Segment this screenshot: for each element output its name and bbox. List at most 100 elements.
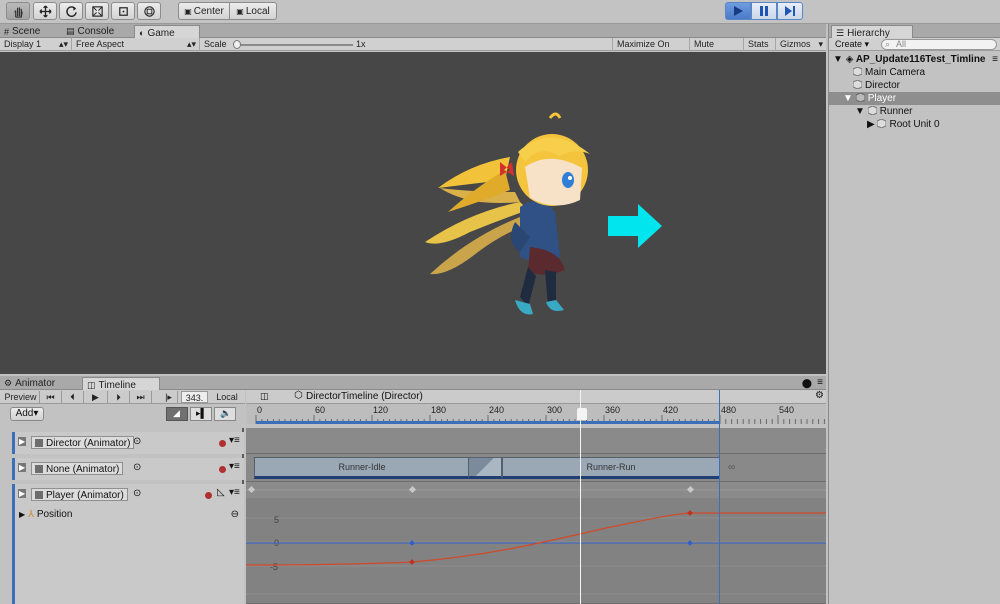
pivot-center-button[interactable]: ▣ Center: [178, 2, 230, 20]
curve-editor[interactable]: 5 0 -5: [246, 482, 826, 604]
hierarchy-item-runner[interactable]: ▼ Runner: [829, 105, 1000, 118]
create-dropdown[interactable]: Create ▾: [835, 38, 869, 51]
track-lanes[interactable]: Runner-Idle Runner-Run ∞ 5 0 -5: [246, 390, 826, 604]
hand-icon: [13, 6, 23, 18]
track-director[interactable]: ▶ Director (Animator) ⊙ ▾≡: [12, 432, 244, 454]
rotate-tool-button[interactable]: [59, 2, 83, 20]
record-button[interactable]: [205, 492, 212, 499]
play-range-button[interactable]: |▸: [160, 391, 178, 403]
menu-icon[interactable]: ▾≡: [229, 435, 240, 446]
lane-director[interactable]: [246, 428, 826, 454]
game-view[interactable]: [0, 52, 826, 374]
target-icon[interactable]: ⊙: [133, 488, 141, 499]
time-ruler[interactable]: ◫ ⬡ DirectorTimeline (Director) ⚙ 0 60 120…: [246, 390, 826, 424]
play-icon: ▶: [92, 392, 99, 402]
hierarchy-item-main-camera[interactable]: Main Camera: [829, 66, 1000, 79]
unity-logo-icon: ◈: [845, 54, 854, 65]
rect-icon: [118, 6, 128, 16]
track-none[interactable]: ▶ None (Animator) ⊙ ▾≡: [12, 458, 244, 480]
ruler-tick-label: 240: [489, 405, 504, 415]
property-row[interactable]: ▶ ⅄ Position ⊖: [19, 508, 243, 522]
rect-tool-button[interactable]: [111, 2, 135, 20]
audio-toggle[interactable]: 🔈: [214, 407, 236, 421]
pivot-local-label: Local: [245, 5, 270, 17]
menu-icon[interactable]: ▾≡: [229, 461, 240, 472]
tab-console[interactable]: ▤ Console: [62, 24, 118, 39]
menu-icon[interactable]: ▾≡: [229, 487, 240, 498]
main-toolbar: ▣ Center ▣ Local: [0, 0, 1000, 24]
aspect-dropdown[interactable]: Free Aspect ▴▾: [72, 38, 200, 51]
hand-tool-button[interactable]: [6, 2, 30, 20]
clip-runner-run[interactable]: Runner-Run: [502, 457, 720, 479]
lane-none[interactable]: Runner-Idle Runner-Run ∞: [246, 454, 826, 482]
settings-icon[interactable]: ⚙: [815, 390, 824, 401]
scale-slider[interactable]: [233, 40, 353, 49]
track-list: ▶ Director (Animator) ⊙ ▾≡ ▶ None (Anima…: [0, 428, 244, 604]
track-binding-field[interactable]: Director (Animator): [31, 436, 135, 449]
track-player[interactable]: ▶ Player (Animator) ⊙ ◺ ▾≡ ▶ ⅄ Position …: [12, 484, 244, 604]
track-binding-field[interactable]: Player (Animator): [31, 488, 128, 501]
record-button[interactable]: [219, 466, 226, 473]
preview-toggle[interactable]: Preview: [2, 391, 40, 403]
curve-icon[interactable]: ◺: [217, 487, 225, 498]
end-marker-line[interactable]: [719, 390, 720, 604]
tab-animator[interactable]: ⚙ Animator: [0, 376, 59, 391]
menu-icon[interactable]: ≡: [817, 377, 823, 388]
expand-arrow-icon: ▶: [18, 437, 27, 446]
display-dropdown[interactable]: Display 1 ▴▾: [0, 38, 72, 51]
go-to-start-button[interactable]: ⏮: [40, 391, 62, 403]
step-button[interactable]: [777, 2, 803, 20]
mute-audio-toggle[interactable]: Mute Audio: [690, 38, 744, 62]
curve-label-neg5: -5: [270, 562, 278, 572]
scene-tab-bar: # Scene ▤ Console ◐ Game: [0, 24, 826, 40]
timeline-play-button[interactable]: ▶: [84, 391, 108, 403]
clip-runner-idle[interactable]: Runner-Idle: [254, 457, 470, 479]
transform-tool-button[interactable]: [137, 2, 161, 20]
lock-icon[interactable]: ⬤: [802, 378, 812, 389]
pause-button[interactable]: [751, 2, 777, 20]
search-input[interactable]: ⌕ All: [881, 39, 997, 50]
tab-scene[interactable]: # Scene: [0, 24, 44, 39]
tab-scene-label: Scene: [12, 26, 41, 37]
curves-toggle[interactable]: ◢: [166, 407, 188, 421]
dropdown-arrow-icon: ▴▾: [186, 39, 196, 49]
hierarchy-item-root-unit[interactable]: ▶ Root Unit 0: [829, 118, 1000, 131]
go-to-end-button[interactable]: ⏭: [130, 391, 152, 403]
playhead-handle[interactable]: [577, 408, 587, 420]
next-frame-button[interactable]: ⏵: [108, 391, 130, 403]
play-button[interactable]: [725, 2, 751, 20]
scale-tool-button[interactable]: [85, 2, 109, 20]
hierarchy-item-director[interactable]: Director: [829, 79, 1000, 92]
scale-slider-thumb[interactable]: [233, 40, 241, 49]
transform-icon: [143, 5, 155, 17]
gameobject-icon: [877, 119, 887, 128]
gizmos-dropdown[interactable]: Gizmos ▾: [776, 38, 826, 51]
record-button[interactable]: [219, 440, 226, 447]
target-icon[interactable]: ⊙: [133, 436, 141, 447]
maximize-on-play-toggle[interactable]: Maximize On Play: [612, 38, 690, 62]
previous-frame-button[interactable]: ⏴: [62, 391, 84, 403]
move-tool-button[interactable]: [33, 2, 57, 20]
track-binding-field[interactable]: None (Animator): [31, 462, 124, 475]
item-label: Root Unit 0: [889, 119, 940, 130]
infinity-icon: ∞: [728, 462, 736, 473]
hierarchy-item-player[interactable]: ▼ Player: [829, 92, 1000, 105]
dropdown-arrow-icon: ▾: [33, 408, 39, 419]
scene-icon: #: [4, 26, 10, 37]
frame-field[interactable]: 343.: [181, 391, 208, 403]
gameobject-icon: [867, 106, 877, 115]
gameobject-icon: [853, 80, 862, 89]
scene-row[interactable]: ▼ ◈ AP_Update116Test_Timline ≡: [829, 53, 1000, 66]
playhead-line[interactable]: [580, 390, 581, 604]
add-track-button[interactable]: Add▾: [10, 407, 44, 421]
tab-timeline-label: Timeline: [98, 379, 136, 391]
target-icon[interactable]: ⊙: [133, 462, 141, 473]
gizmos-label: Gizmos: [780, 39, 811, 49]
pivot-local-button[interactable]: ▣ Local: [229, 2, 277, 20]
visibility-icon[interactable]: ⊖: [231, 508, 239, 522]
stats-toggle[interactable]: Stats: [744, 38, 776, 51]
lane-player[interactable]: 5 0 -5: [246, 482, 826, 604]
display-label: Display 1: [4, 39, 42, 49]
local-toggle[interactable]: Local: [212, 391, 242, 403]
markers-toggle[interactable]: ▸▌: [190, 407, 212, 421]
